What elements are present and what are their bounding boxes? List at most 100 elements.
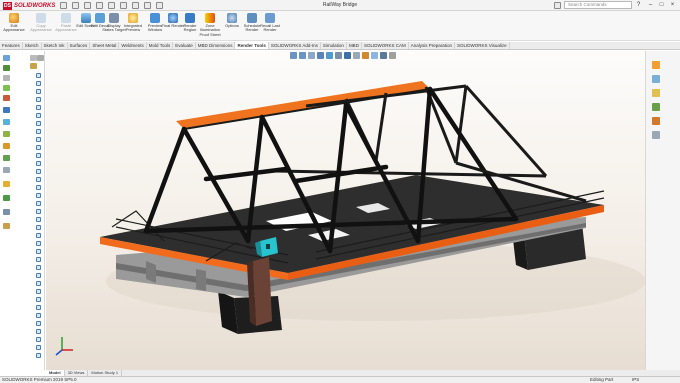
tab-weldments[interactable]: Weldments [119,42,147,49]
tab-analysis-preparation[interactable]: Analysis Preparation [409,42,455,49]
custom-properties-icon[interactable] [652,131,660,139]
editing-mode-label: Editing Part [590,377,614,382]
tree-item-icon[interactable] [36,345,41,350]
tree-item-icon[interactable] [36,329,41,334]
recall-last-render-icon [265,13,275,23]
tree-item-icon[interactable] [36,193,41,198]
tree-item-icon[interactable] [36,217,41,222]
tree-item-icon[interactable] [36,321,41,326]
integrated-preview-button[interactable]: Integrated Preview [122,13,144,41]
tree-item-icon[interactable] [36,233,41,238]
tree-item-icon[interactable] [36,169,41,174]
feature-tree-tab-icon[interactable] [30,55,37,61]
tab-evaluate[interactable]: Evaluate [173,42,196,49]
mirror-icon[interactable] [3,107,10,113]
tree-item-icon[interactable] [36,353,41,358]
tree-item-icon[interactable] [36,137,41,142]
tab-surfaces[interactable]: Surfaces [68,42,91,49]
tree-item-icon[interactable] [36,281,41,286]
tree-item-icon[interactable] [36,201,41,206]
tree-item-icon[interactable] [36,241,41,246]
search-commands-input[interactable]: Search Commands [564,1,632,9]
draft-icon[interactable] [3,155,10,161]
tree-item-icon[interactable] [36,89,41,94]
tree-item-icon[interactable] [36,113,41,118]
pattern-icon[interactable] [3,119,10,125]
render-region-icon [185,13,195,23]
graphics-area[interactable] [46,51,645,370]
copy-appearance-button[interactable]: Copy Appearance [30,13,52,41]
tree-item-icon[interactable] [36,305,41,310]
tab-mbd[interactable]: MBD [347,42,362,49]
tree-item-icon[interactable] [36,161,41,166]
tree-item-icon[interactable] [36,297,41,302]
measure-icon[interactable] [3,209,10,215]
sw-resources-icon[interactable] [652,61,660,69]
design-library-icon[interactable] [652,75,660,83]
edit-appearance-button[interactable]: Edit Appearance [3,13,25,41]
tab-sketch-ink[interactable]: Sketch Ink [42,42,68,49]
shell-icon[interactable] [3,143,10,149]
rib-icon[interactable] [3,131,10,137]
tab-simulation[interactable]: Simulation [321,42,347,49]
tree-item-icon[interactable] [36,225,41,230]
tree-item-icon[interactable] [36,257,41,262]
property-manager-tab-icon[interactable] [37,55,44,61]
schedule-render-icon [247,13,257,23]
file-explorer-icon[interactable] [652,89,660,97]
sw-resources-icon[interactable] [554,2,561,9]
fillet-icon[interactable] [3,85,10,91]
curves-icon[interactable] [3,181,10,187]
tree-item-icon[interactable] [36,153,41,158]
status-bar: SOLIDWORKS Premium 2019 SP5.0 Editing Pa… [0,376,680,383]
view-palette-icon[interactable] [652,103,660,111]
appearances-scenes-icon[interactable] [652,117,660,125]
tab-solidworks-visualize[interactable]: SOLIDWORKS Visualize [455,42,510,49]
maximize-icon[interactable]: □ [657,1,666,9]
title-bar: DS SOLIDWORKS RailWay Bridge Search Comm… [0,0,680,11]
tree-item-icon[interactable] [36,129,41,134]
tab-solidworks-cam[interactable]: SOLIDWORKS CAM [362,42,409,49]
tree-item-icon[interactable] [36,209,41,214]
tree-item-icon[interactable] [36,145,41,150]
railway-bridge-model[interactable] [46,51,645,370]
tab-sketch[interactable]: Sketch [23,42,42,49]
tree-item-icon[interactable] [36,249,41,254]
tree-item-icon[interactable] [36,105,41,110]
tree-item-icon[interactable] [36,313,41,318]
tree-item-icon[interactable] [36,121,41,126]
extrude-icon[interactable] [3,65,10,71]
zone-illumination-proof-sheet-button[interactable]: Zone Illumination Proof Sheet [199,13,221,41]
help-icon[interactable]: ? [634,1,643,9]
tab-mbd-dimensions[interactable]: MBD Dimensions [196,42,236,49]
tree-item-icon[interactable] [36,289,41,294]
tree-item-icon[interactable] [36,97,41,102]
weldment-icon[interactable] [3,223,10,229]
close-icon[interactable]: × [668,1,677,9]
tab-solidworks-add-ins[interactable]: SOLIDWORKS Add-Ins [269,42,321,49]
sketch-line-icon[interactable] [3,55,10,61]
command-manager-tabs: Features Sketch Sketch Ink Surfaces Shee… [0,42,680,50]
tab-render-tools[interactable]: Render Tools [235,42,269,49]
tree-item-icon[interactable] [36,73,41,78]
tree-item-icon[interactable] [36,185,41,190]
tab-sheet-metal[interactable]: Sheet Metal [90,42,120,49]
tab-features[interactable]: Features [0,42,23,49]
tree-item-icon[interactable] [36,177,41,182]
units-label[interactable]: IPS [632,377,639,383]
instant3d-icon[interactable] [3,195,10,201]
reference-geometry-icon[interactable] [3,167,10,173]
minimize-icon[interactable]: – [646,1,655,9]
part-root-icon[interactable] [30,63,37,69]
pedestal [253,257,272,326]
revolve-icon[interactable] [3,75,10,81]
tree-item-icon[interactable] [36,265,41,270]
tree-item-icon[interactable] [36,81,41,86]
cut-icon[interactable] [3,95,10,101]
proof-sheet-icon [205,13,215,23]
final-render-icon [168,13,178,23]
tree-item-icon[interactable] [36,273,41,278]
tree-item-icon[interactable] [36,337,41,342]
tab-mold-tools[interactable]: Mold Tools [147,42,174,49]
recall-last-render-button[interactable]: Recall Last Render [259,13,281,41]
